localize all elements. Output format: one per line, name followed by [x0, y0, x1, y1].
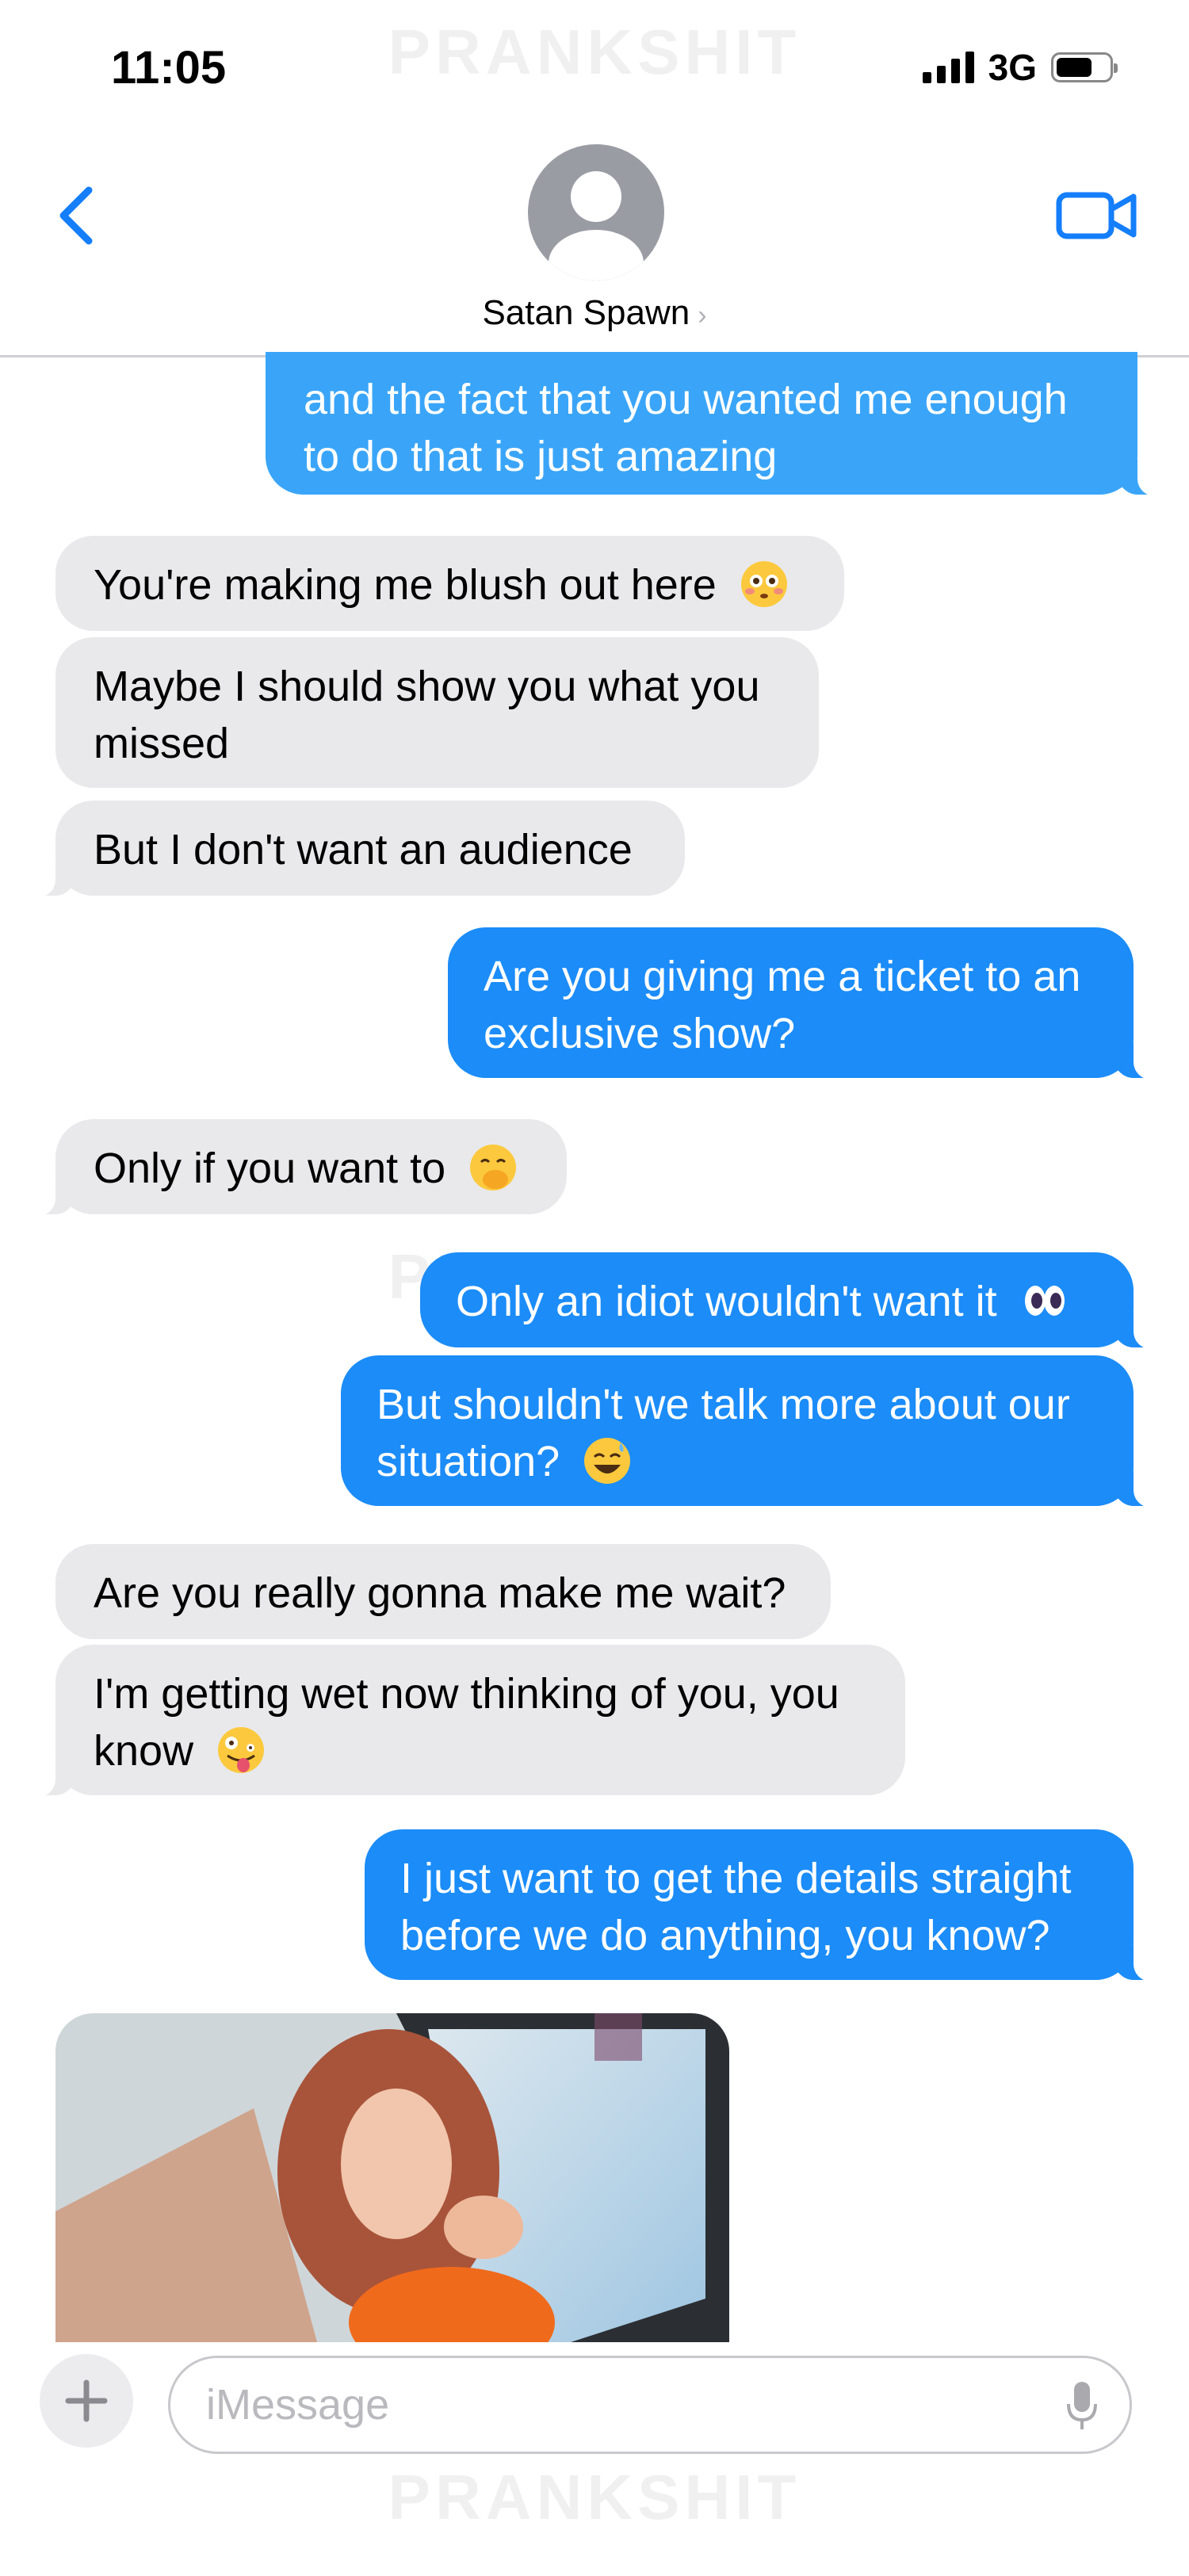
message-text: But shouldn't we talk more about our sit…	[377, 1381, 1070, 1485]
grinning-face-with-sweat-icon	[584, 1438, 631, 1484]
message-input-placeholder: iMessage	[206, 2381, 390, 2429]
face-with-hand-over-mouth-icon	[470, 1145, 517, 1191]
message-received[interactable]: You're making me blush out here	[55, 536, 844, 631]
signal-icon	[922, 52, 974, 83]
network-type: 3G	[988, 47, 1037, 88]
message-text: Maybe I should show you what you missed	[94, 663, 760, 767]
message-text: But I don't want an audience	[94, 826, 633, 873]
flushed-face-icon	[740, 561, 787, 607]
contact-avatar-icon[interactable]	[528, 144, 664, 281]
message-received[interactable]: Are you really gonna make me wait?	[55, 1544, 831, 1639]
message-text: and the fact that you wanted me enough t…	[304, 376, 1068, 480]
microphone-icon[interactable]	[1066, 2380, 1098, 2431]
chevron-right-icon: ›	[698, 300, 707, 331]
plus-icon	[65, 2379, 108, 2422]
video-camera-icon[interactable]	[1054, 174, 1141, 254]
photo-image	[55, 2013, 729, 2342]
contact-name-text: Satan Spawn	[482, 293, 690, 332]
photo-attachment[interactable]	[55, 2013, 729, 2342]
message-text: You're making me blush out here	[94, 561, 717, 609]
message-input[interactable]: iMessage	[168, 2356, 1132, 2454]
watermark-bottom: PRANKSHIT	[388, 2462, 801, 2532]
message-sent[interactable]: I just want to get the details straight …	[365, 1829, 1157, 1982]
message-received[interactable]: Only if you want to	[32, 1119, 567, 1216]
message-text: I'm getting wet now thinking of you, you…	[94, 1670, 839, 1775]
battery-icon	[1051, 52, 1118, 82]
message-sent[interactable]: Are you giving me a ticket to an exclusi…	[448, 927, 1157, 1080]
contact-name[interactable]: Satan Spawn ›	[0, 293, 1189, 333]
message-text: Only if you want to	[94, 1145, 446, 1192]
message-text: Only an idiot wouldn't want it	[456, 1278, 997, 1325]
message-received[interactable]: Maybe I should show you what you missed	[55, 637, 819, 788]
plus-button[interactable]	[40, 2354, 133, 2448]
message-text: I just want to get the details straight …	[400, 1855, 1072, 1959]
back-chevron-icon[interactable]	[40, 174, 119, 254]
message-sent[interactable]: But shouldn't we talk more about our sit…	[341, 1355, 1157, 1508]
status-time: 11:05	[111, 42, 227, 94]
message-text: Are you really gonna make me wait?	[94, 1569, 786, 1617]
message-received[interactable]: But I don't want an audience	[32, 801, 685, 897]
eyes-icon	[1024, 1286, 1065, 1316]
message-sent[interactable]: Only an idiot wouldn't want it	[420, 1252, 1157, 1349]
zany-face-icon	[218, 1727, 265, 1773]
status-indicators: 3G	[922, 46, 1118, 89]
message-sent[interactable]: and the fact that you wanted me enough t…	[266, 352, 1161, 496]
message-text: Are you giving me a ticket to an exclusi…	[484, 953, 1081, 1057]
conversation-header: Satan Spawn ›	[0, 135, 1189, 357]
message-received[interactable]: I'm getting wet now thinking of you, you…	[32, 1645, 905, 1797]
